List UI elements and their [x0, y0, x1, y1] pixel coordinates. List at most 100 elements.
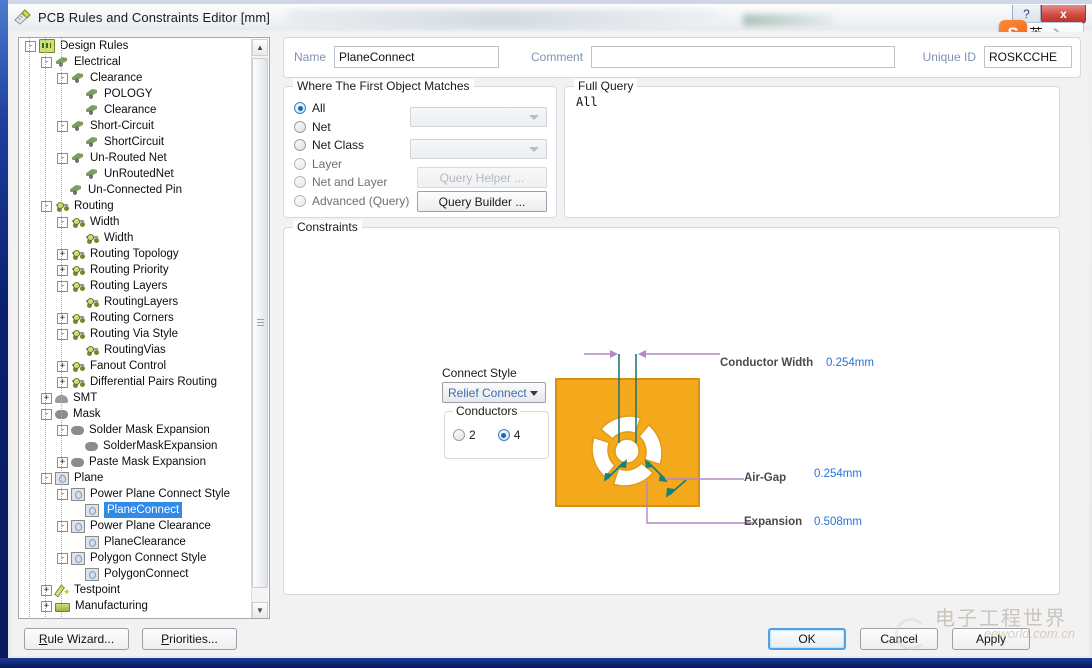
collapse-toggle-icon[interactable]: - — [41, 200, 52, 212]
tree-item[interactable]: UnRoutedNet — [19, 166, 253, 182]
tree-item[interactable]: ShortCircuit — [19, 134, 253, 150]
tree-item-selected[interactable]: PlaneConnect — [19, 502, 253, 518]
radio-button[interactable] — [294, 120, 306, 133]
radio-button[interactable] — [294, 176, 306, 188]
collapse-toggle-icon[interactable]: - — [57, 72, 68, 84]
ok-button[interactable]: OK — [768, 628, 846, 650]
tree-item[interactable]: PolygonConnect — [19, 566, 253, 582]
collapse-toggle-icon[interactable]: - — [57, 120, 68, 132]
match-scope-option-all[interactable]: All — [294, 99, 409, 117]
expand-toggle-icon[interactable]: + — [57, 376, 68, 388]
tree-item[interactable]: + SMT — [19, 390, 253, 406]
tree-item[interactable]: - Polygon Connect Style — [19, 550, 253, 566]
radio-button[interactable] — [294, 102, 306, 114]
expand-toggle-icon[interactable]: + — [41, 392, 52, 404]
collapse-toggle-icon[interactable]: - — [57, 280, 68, 292]
tree-item[interactable]: + Manufacturing — [19, 598, 253, 614]
collapse-toggle-icon[interactable]: - — [57, 424, 68, 436]
tree-item[interactable]: RoutingVias — [19, 342, 253, 358]
query-builder-button[interactable]: Query Builder ... — [417, 191, 547, 212]
tree-item[interactable]: - Mask — [19, 406, 253, 422]
tree-item[interactable]: Un-Connected Pin — [19, 182, 253, 198]
collapse-toggle-icon[interactable]: - — [25, 40, 36, 52]
query-helper-button[interactable]: Query Helper ... — [417, 167, 547, 188]
collapse-toggle-icon[interactable]: - — [57, 520, 68, 532]
collapse-toggle-icon[interactable]: - — [57, 152, 68, 164]
expand-toggle-icon[interactable]: + — [41, 584, 52, 596]
tree-item[interactable]: - Routing Layers — [19, 278, 253, 294]
tree-item[interactable]: - Solder Mask Expansion — [19, 422, 253, 438]
tree-item[interactable]: - Short-Circuit — [19, 118, 253, 134]
tree-item[interactable]: + Routing Topology — [19, 246, 253, 262]
match-scope-option-net-class[interactable]: Net Class — [294, 136, 409, 154]
scroll-down-button[interactable]: ▼ — [252, 602, 268, 618]
rule-wizard-button[interactable]: Rule Wizard... — [24, 628, 129, 650]
match-scope-radio-group[interactable]: All Net Net Class Layer Net and Layer Advance… — [294, 99, 409, 210]
tree-vertical-scrollbar[interactable]: ▲ ▼ — [251, 39, 268, 618]
match-scope-option-advanced-query[interactable]: Advanced (Query) — [294, 192, 409, 210]
expand-toggle-icon[interactable]: + — [41, 600, 52, 612]
collapse-toggle-icon[interactable]: - — [57, 488, 68, 500]
rules-tree[interactable]: - Design Rules - Electrical - Clearance POLOGY… — [19, 38, 253, 618]
tree-item-label: Clearance — [104, 104, 157, 116]
rule-comment-input[interactable] — [591, 46, 895, 68]
collapse-toggle-icon[interactable]: - — [57, 216, 68, 228]
tree-item[interactable]: Width — [19, 230, 253, 246]
match-scope-option-layer[interactable]: Layer — [294, 155, 409, 173]
rule-name-input[interactable] — [334, 46, 500, 68]
tree-item[interactable]: - Clearance — [19, 70, 253, 86]
tree-item[interactable]: - Electrical — [19, 54, 253, 70]
routing-icon — [71, 216, 85, 228]
tree-item[interactable]: + Routing Corners — [19, 310, 253, 326]
cancel-button[interactable]: Cancel — [860, 628, 938, 650]
collapse-toggle-icon[interactable]: - — [41, 472, 52, 484]
tree-item[interactable]: + Routing Priority — [19, 262, 253, 278]
scroll-up-button[interactable]: ▲ — [252, 39, 268, 56]
net-combo[interactable] — [410, 107, 547, 127]
radio-button[interactable] — [294, 194, 306, 207]
radio-button[interactable] — [294, 157, 306, 170]
tree-item[interactable]: + Paste Mask Expansion — [19, 454, 253, 470]
unique-id-input[interactable] — [984, 46, 1072, 68]
tree-item[interactable]: + Differential Pairs Routing — [19, 374, 253, 390]
apply-button[interactable]: Apply — [952, 628, 1030, 650]
expand-toggle-icon[interactable]: + — [57, 248, 68, 260]
collapse-toggle-icon[interactable]: - — [41, 408, 52, 420]
tree-item[interactable]: POLOGY — [19, 86, 253, 102]
scrollbar-thumb[interactable] — [252, 58, 268, 588]
match-scope-option-label: Net Class — [312, 138, 365, 152]
priorities-button[interactable]: Priorities... — [142, 628, 237, 650]
rules-tree-panel[interactable]: - Design Rules - Electrical - Clearance POLOGY… — [18, 37, 270, 619]
radio-button[interactable] — [294, 139, 306, 151]
expand-toggle-icon[interactable]: + — [57, 456, 68, 468]
match-scope-option-net[interactable]: Net — [294, 118, 409, 136]
tree-item[interactable]: - Design Rules — [19, 38, 253, 54]
collapse-toggle-icon[interactable]: - — [57, 328, 68, 340]
tree-item[interactable]: Clearance — [19, 102, 253, 118]
tree-item[interactable]: SolderMaskExpansion — [19, 438, 253, 454]
expand-toggle-icon[interactable]: + — [57, 360, 68, 372]
tree-item[interactable]: - Un-Routed Net — [19, 150, 253, 166]
tree-item[interactable]: - Plane — [19, 470, 253, 486]
thermal-relief-diagram — [555, 350, 754, 524]
tree-item[interactable]: - Width — [19, 214, 253, 230]
tree-item-label: Un-Routed Net — [90, 152, 167, 164]
collapse-toggle-icon[interactable]: - — [41, 56, 52, 68]
expand-toggle-icon[interactable]: + — [57, 312, 68, 324]
tree-item[interactable]: PlaneClearance — [19, 534, 253, 550]
tree-item[interactable]: - Power Plane Clearance — [19, 518, 253, 534]
expand-toggle-icon[interactable]: + — [57, 264, 68, 276]
tree-item-label: Routing Via Style — [90, 328, 179, 340]
net-class-combo[interactable] — [410, 139, 547, 159]
tree-item[interactable]: - Routing Via Style — [19, 326, 253, 342]
tree-item[interactable]: RoutingLayers — [19, 294, 253, 310]
tree-item[interactable]: + Testpoint — [19, 582, 253, 600]
tree-item[interactable]: - Routing — [19, 198, 253, 214]
tree-item[interactable]: + Fanout Control — [19, 358, 253, 374]
tree-item[interactable]: - Power Plane Connect Style — [19, 486, 253, 502]
match-scope-option-net-and-layer[interactable]: Net and Layer — [294, 173, 409, 191]
match-scope-option-label: Advanced (Query) — [312, 193, 410, 208]
collapse-toggle-icon[interactable]: - — [57, 552, 68, 564]
